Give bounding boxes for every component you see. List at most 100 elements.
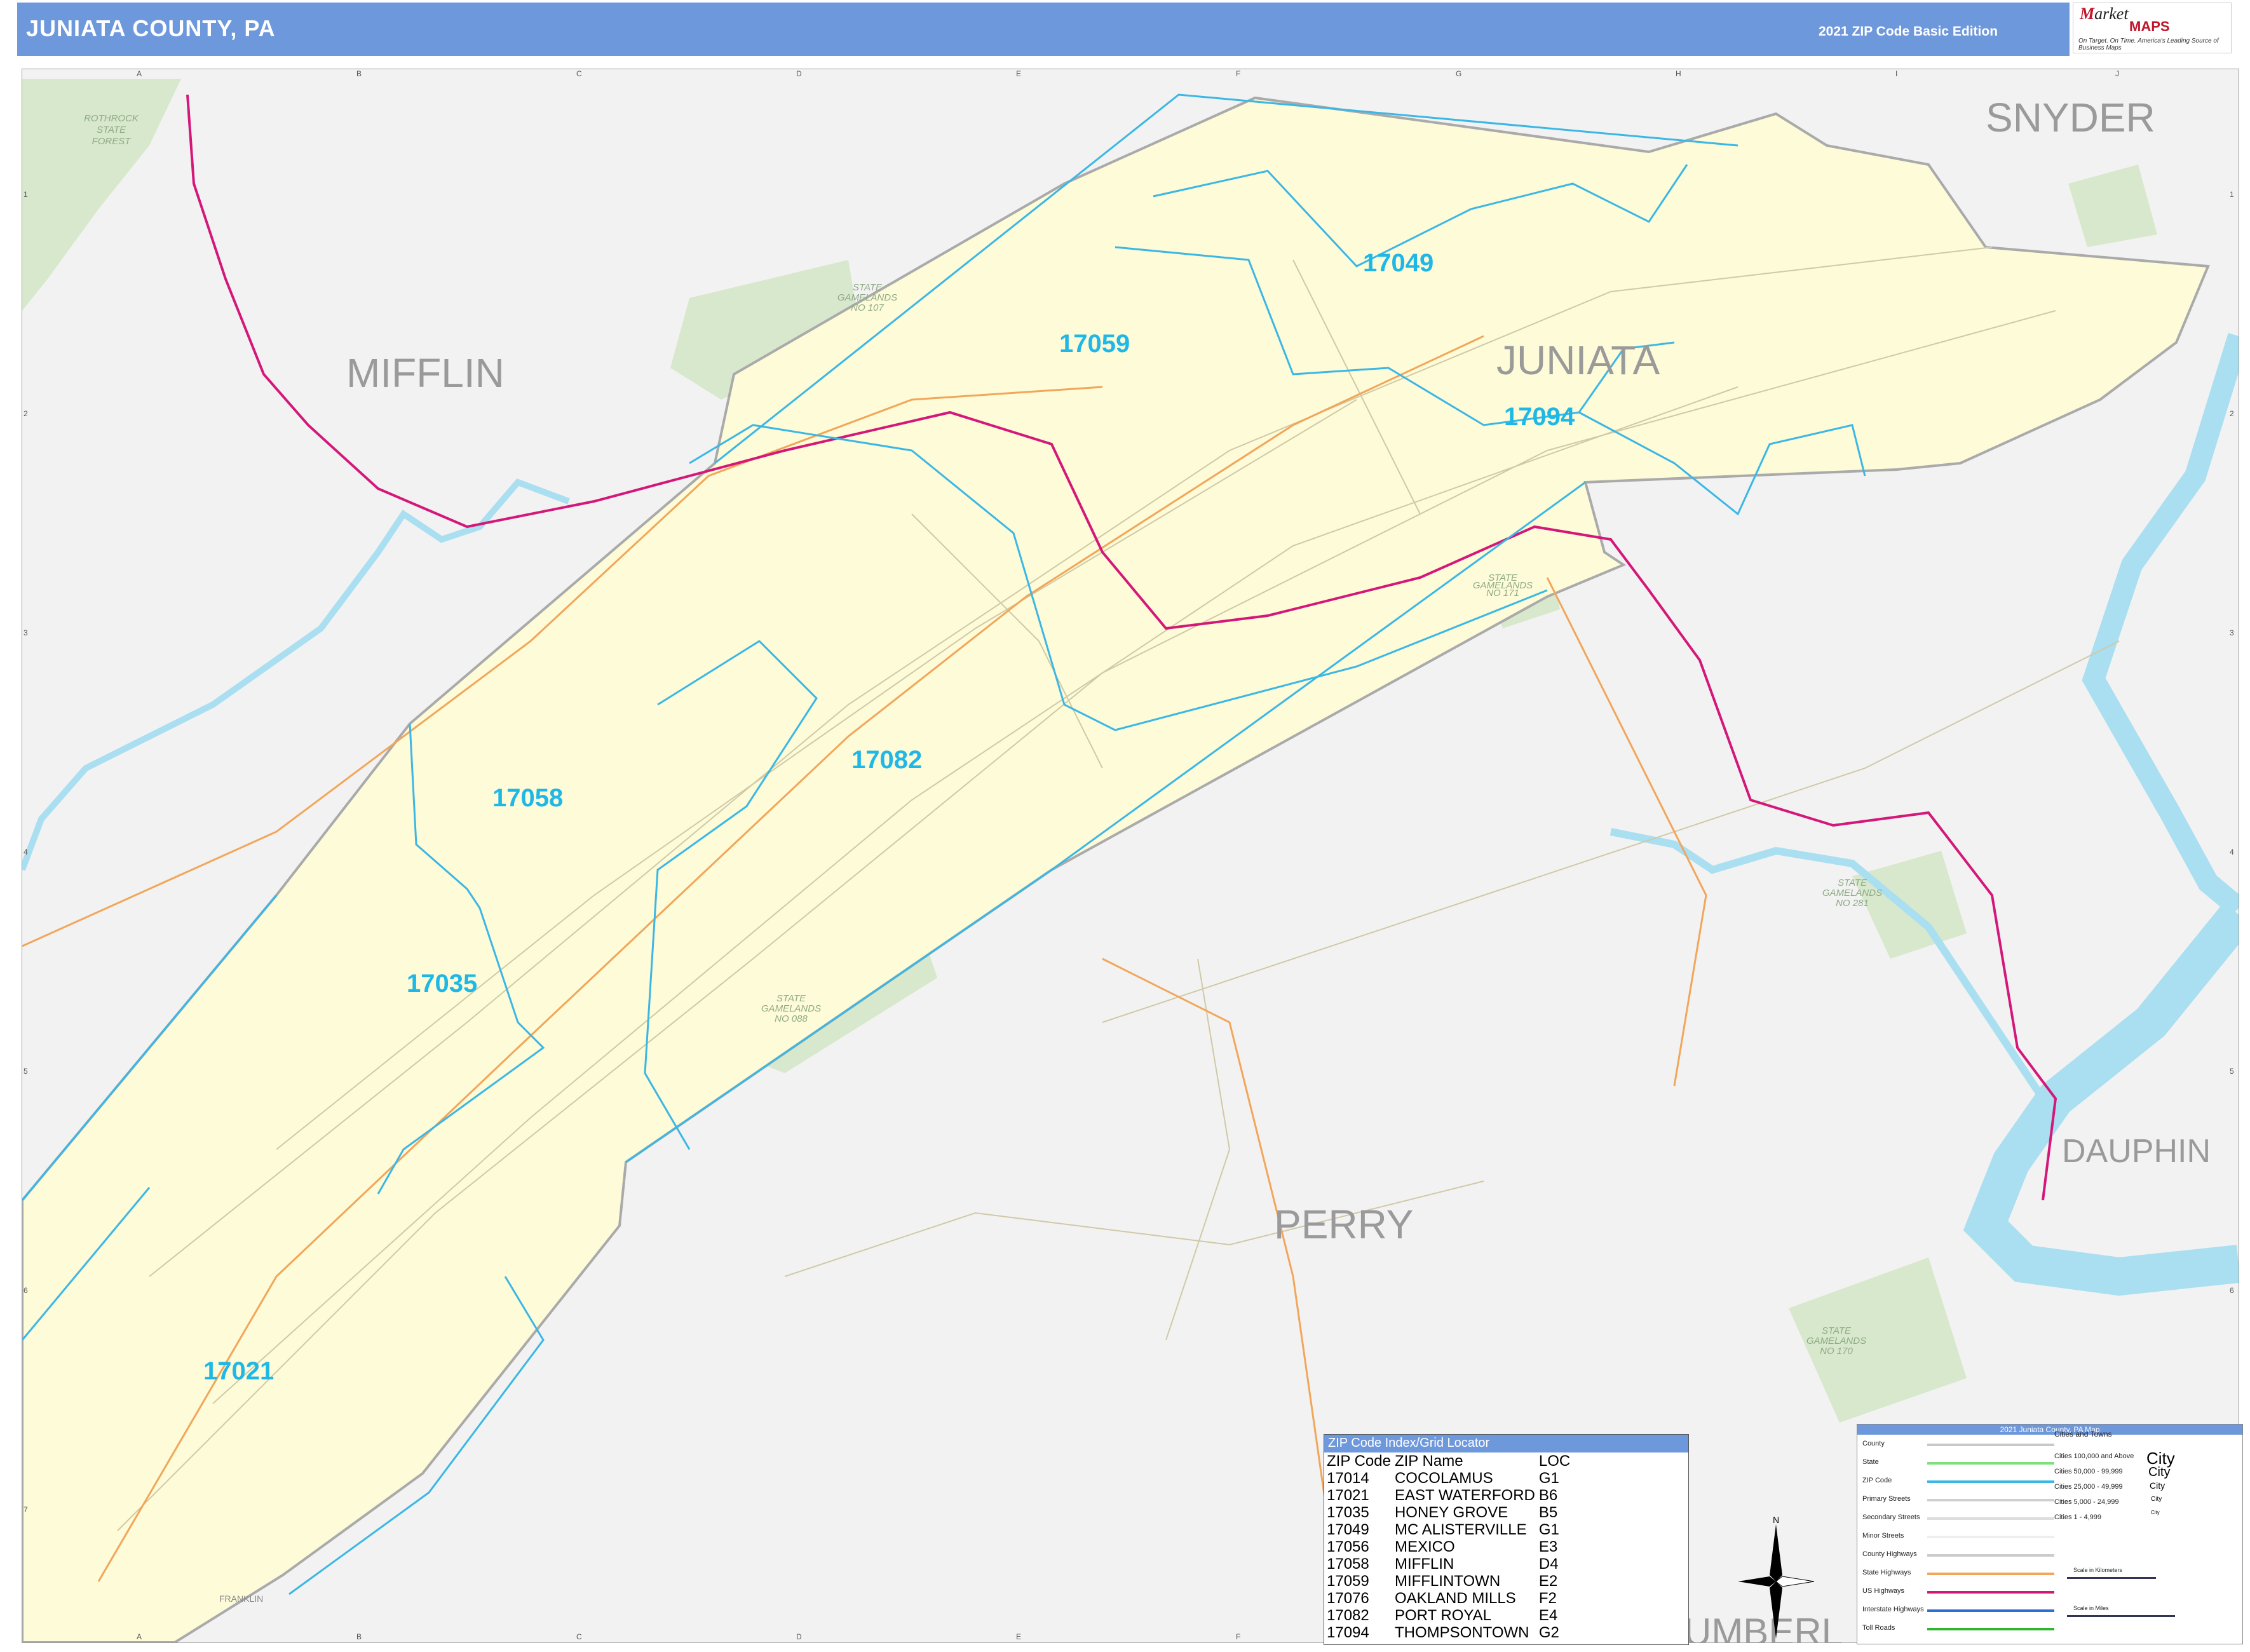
- zip-label-17082: 17082: [851, 746, 922, 774]
- zip-index-cell-loc: G1: [1538, 1521, 1559, 1538]
- zip-index-cell-zip: 17056: [1327, 1538, 1369, 1555]
- legend-swatch: [1927, 1444, 2054, 1446]
- map-title: JUNIATA COUNTY, PA: [26, 15, 276, 41]
- county-label-dauphin: DAUPHIN: [2062, 1133, 2211, 1170]
- grid-column-label: J: [2115, 69, 2119, 78]
- grid-column-label: C: [576, 1632, 582, 1641]
- zip-label-17058: 17058: [492, 784, 563, 812]
- legend-swatch: [1927, 1480, 2054, 1483]
- zip-index-col-loc: LOC: [1538, 1452, 1571, 1470]
- legend-item: Minor Streets: [1862, 1532, 1904, 1540]
- grid-row-label: 4: [2230, 848, 2234, 856]
- zip-index-cell-name: MIFFLIN: [1394, 1555, 1454, 1573]
- zip-index-table: ZIP Code ZIP Name LOC 17014 COCOLAMUS G1 17…: [1327, 1452, 1574, 1641]
- grid-row-label: 2: [2230, 409, 2234, 418]
- legend-swatch: [1927, 1554, 2054, 1557]
- legend-scale-km: Scale in Kilometers: [2073, 1567, 2123, 1573]
- zip-index-row: 17014 COCOLAMUS G1: [1327, 1470, 1574, 1487]
- county-label-franklin: FRANKLIN: [219, 1594, 263, 1604]
- legend-city-example-5: City: [2151, 1510, 2160, 1515]
- legend-scale-mi-bar: [2067, 1615, 2175, 1617]
- legend-city-example-2: City: [2148, 1465, 2171, 1479]
- zip-label-17094: 17094: [1504, 403, 1575, 431]
- legend-city-class: Cities 5,000 - 24,999: [2054, 1498, 2119, 1506]
- grid-row-label: 4: [24, 848, 28, 856]
- zip-index-row: 17082 PORT ROYAL E4: [1327, 1607, 1574, 1624]
- logo-maps: MAPS: [2129, 18, 2170, 34]
- legend-item: ZIP Code: [1862, 1477, 1892, 1484]
- legend-city-class: Cities 25,000 - 49,999: [2054, 1483, 2123, 1491]
- legend-swatch: [1927, 1609, 2054, 1612]
- zip-index-row: 17058 MIFFLIN D4: [1327, 1555, 1574, 1573]
- logo-brand-rest: arket: [2094, 4, 2129, 23]
- zip-index-cell-zip: 17094: [1327, 1624, 1369, 1641]
- legend-swatch: [1927, 1573, 2054, 1575]
- legend-item: Secondary Streets: [1862, 1513, 1920, 1521]
- grid-row-label: 1: [2230, 190, 2234, 199]
- zip-label-17035: 17035: [407, 970, 477, 998]
- logo-brand: Market: [2080, 4, 2129, 24]
- legend-item: County: [1862, 1440, 1885, 1447]
- zip-index-cell-name: HONEY GROVE: [1394, 1504, 1508, 1521]
- zip-label-17021: 17021: [203, 1357, 274, 1385]
- zip-index-cell-zip: 17021: [1327, 1487, 1369, 1504]
- legend-swatch: [1927, 1517, 2054, 1520]
- grid-column-label: G: [1456, 69, 1462, 78]
- grid-column-label: A: [137, 69, 142, 78]
- grid-column-label: I: [1895, 69, 1898, 78]
- zip-index-cell-zip: 17049: [1327, 1521, 1369, 1538]
- zip-index-cell-loc: G2: [1538, 1624, 1559, 1641]
- zip-index-cell-name: MEXICO: [1394, 1538, 1455, 1555]
- grid-row-label: 6: [2230, 1286, 2234, 1295]
- grid-row-label: 3: [24, 628, 28, 637]
- grid-column-label: B: [356, 1632, 362, 1641]
- grid-row-label: 1: [24, 190, 28, 199]
- zip-index-cell-zip: 17059: [1327, 1573, 1369, 1590]
- logo-tagline: On Target. On Time. America's Leading So…: [2078, 37, 2219, 51]
- county-label-cumberland: UMBERL: [1684, 1611, 1843, 1642]
- legend-item: County Highways: [1862, 1550, 1917, 1558]
- zip-index-col-zip: ZIP Code: [1327, 1452, 1391, 1470]
- logo-initial: M: [2080, 4, 2095, 23]
- legend-item: Primary Streets: [1862, 1495, 1911, 1503]
- zip-index-header-row: ZIP Code ZIP Name LOC: [1327, 1452, 1574, 1470]
- zip-index-cell-name: MC ALISTERVILLE: [1394, 1521, 1527, 1538]
- edition-label: 2021 ZIP Code Basic Edition: [1819, 24, 1998, 39]
- legend-item: US Highways: [1862, 1587, 1905, 1595]
- grid-row-label: 5: [2230, 1067, 2234, 1076]
- zip-code-index: ZIP Code Index/Grid Locator ZIP Code ZIP…: [1324, 1434, 1689, 1645]
- zip-index-cell-loc: F2: [1538, 1590, 1557, 1607]
- legend-item: State: [1862, 1458, 1879, 1466]
- legend-city-class: Cities 100,000 and Above: [2054, 1452, 2134, 1460]
- county-label-perry: PERRY: [1274, 1202, 1413, 1247]
- zip-index-cell-loc: E3: [1538, 1538, 1558, 1555]
- zip-index-row: 17056 MEXICO E3: [1327, 1538, 1574, 1555]
- zip-index-row: 17094 THOMPSONTOWN G2: [1327, 1624, 1574, 1641]
- grid-column-label: F: [1236, 69, 1241, 78]
- legend-swatch: [1927, 1628, 2054, 1630]
- legend-scale-km-bar: [2067, 1577, 2156, 1579]
- grid-row-label: 5: [24, 1067, 28, 1076]
- zip-index-title: ZIP Code Index/Grid Locator: [1324, 1435, 1688, 1452]
- grid-row-label: 7: [24, 1505, 28, 1514]
- map-canvas[interactable]: SNYDER MIFFLIN JUNIATA PERRY DAUPHIN UMB…: [22, 69, 2239, 1642]
- market-maps-logo: Market MAPS On Target. On Time. America'…: [2073, 3, 2232, 53]
- zip-index-cell-name: MIFFLINTOWN: [1394, 1573, 1501, 1590]
- legend-item: State Highways: [1862, 1569, 1911, 1576]
- grid-column-label: C: [576, 69, 582, 78]
- grid-row-label: 6: [24, 1286, 28, 1295]
- legend-city-class: Cities 1 - 4,999: [2054, 1513, 2101, 1521]
- grid-column-label: E: [1016, 69, 1022, 78]
- zip-index-cell-loc: E4: [1538, 1607, 1558, 1624]
- zip-index-cell-name: COCOLAMUS: [1394, 1470, 1493, 1487]
- legend-city-class: Cities 50,000 - 99,999: [2054, 1468, 2123, 1475]
- map-frame[interactable]: SNYDER MIFFLIN JUNIATA PERRY DAUPHIN UMB…: [22, 69, 2239, 1643]
- zip-index-row: 17049 MC ALISTERVILLE G1: [1327, 1521, 1574, 1538]
- zip-index-row: 17076 OAKLAND MILLS F2: [1327, 1590, 1574, 1607]
- legend-city-example-3: City: [2150, 1480, 2165, 1491]
- grid-column-label: E: [1016, 1632, 1022, 1641]
- legend-cities-title: Cities and Towns: [2054, 1430, 2112, 1439]
- zip-index-cell-loc: D4: [1538, 1555, 1559, 1573]
- grid-column-label: B: [356, 69, 362, 78]
- zip-index-cell-zip: 17035: [1327, 1504, 1369, 1521]
